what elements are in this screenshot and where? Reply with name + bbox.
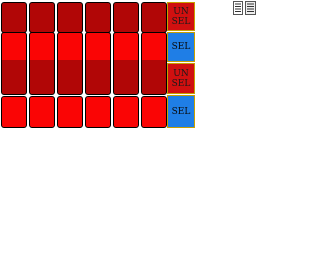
row-unselect-button[interactable]: UN SEL [167, 63, 195, 94]
grid-tile[interactable] [113, 32, 139, 95]
grid-tile[interactable] [1, 32, 27, 95]
grid-tile[interactable] [57, 32, 83, 95]
grid-tile[interactable] [29, 32, 55, 95]
grid-tile[interactable] [141, 2, 167, 33]
grid-tile[interactable] [141, 96, 167, 128]
row-select-button[interactable]: SEL [167, 95, 195, 128]
row-select-button[interactable]: SEL [167, 32, 195, 62]
button-label-line2: SEL [171, 16, 191, 27]
button-label-line1: SEL [171, 106, 191, 117]
grid-tile[interactable] [29, 96, 55, 128]
grid-tile[interactable] [1, 2, 27, 33]
tile-grid: UN SEL SEL UN SEL SEL [0, 0, 196, 130]
button-label-line1: UN [173, 68, 189, 79]
button-label-line2: SEL [171, 78, 191, 89]
grid-tile[interactable] [29, 2, 55, 33]
grid-tile[interactable] [57, 96, 83, 128]
button-label-line1: UN [173, 6, 189, 17]
grid-tile[interactable] [113, 96, 139, 128]
button-label-line1: SEL [171, 42, 191, 52]
grid-tile[interactable] [85, 96, 111, 128]
grid-tile[interactable] [57, 2, 83, 33]
grid-tile[interactable] [141, 32, 167, 95]
row-unselect-button[interactable]: UN SEL [167, 2, 195, 31]
grid-tile[interactable] [85, 2, 111, 33]
grid-tile[interactable] [85, 32, 111, 95]
grid-tile[interactable] [113, 2, 139, 33]
grid-tile[interactable] [1, 96, 27, 128]
list-view-icon[interactable] [233, 1, 257, 15]
